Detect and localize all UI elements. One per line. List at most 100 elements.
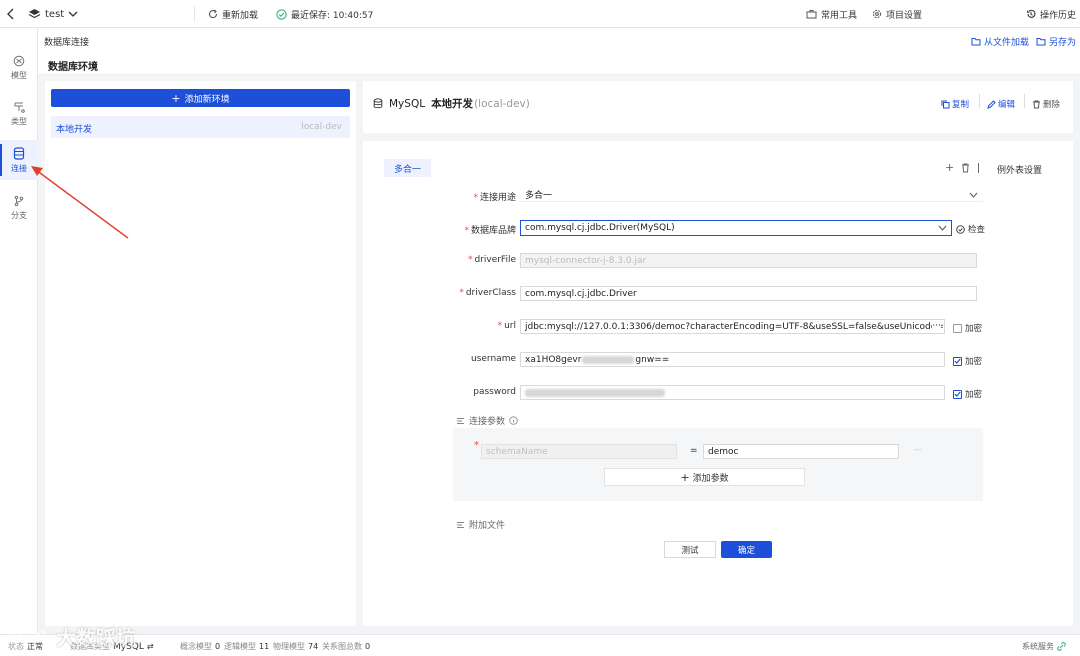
copy-icon (941, 100, 950, 108)
more-icon[interactable]: ··· (932, 321, 941, 331)
check-label: 检查 (968, 225, 986, 235)
connection-state: 状态 正常 (8, 642, 43, 651)
check-circle-icon (956, 224, 965, 234)
encrypt-label: 加密 (965, 357, 983, 367)
physical-model-count: 物理模型 74 (273, 642, 319, 651)
edit-icon (987, 99, 996, 109)
url-input[interactable]: jdbc:mysql://127.0.0.1:3306/democ?charac… (520, 319, 945, 334)
reload-button[interactable]: 重新加载 (208, 8, 259, 21)
param-value: democ (708, 446, 739, 457)
environment-key: local-dev (301, 122, 342, 132)
connection-form-panel: 多合一 + 例外表设置 * 连接用途 多合一 * 数据库品牌 com.mysql.c… (363, 141, 1073, 626)
url-value: jdbc:mysql://127.0.0.1:3306/democ?charac… (525, 321, 945, 332)
divider (978, 163, 979, 173)
edit-button[interactable]: 编辑 (987, 98, 1015, 110)
brand-label: * 数据库品牌 (464, 226, 516, 236)
checkbox-box (953, 356, 962, 366)
test-button[interactable]: 测试 (664, 541, 716, 558)
link-icon (1057, 642, 1066, 651)
params-box: * schemaName = democ — + 添加参数 (453, 428, 983, 501)
load-from-file-button[interactable]: 从文件加载 (971, 35, 1029, 48)
add-param-button[interactable]: + 添加参数 (604, 468, 805, 486)
save-as-label: 另存为 (1049, 38, 1077, 48)
plus-icon: + (680, 470, 690, 484)
status-bar: 状态 正常 数据库类型 MySQL ⇄ 概念模型 0 逻辑模型 11 物理模型 74 关系图… (0, 634, 1080, 656)
reload-label: 重新加载 (222, 10, 259, 21)
folder-icon (971, 38, 981, 46)
password-label: password (473, 387, 516, 397)
swap-icon[interactable]: ⇄ (147, 642, 154, 651)
params-title: 连接参数 (469, 417, 506, 427)
history-label: 操作历史 (1040, 10, 1077, 21)
driverclass-value: com.mysql.cj.jdbc.Driver (525, 288, 637, 299)
tools-label: 常用工具 (821, 10, 858, 21)
save-status: 最近保存: 10:40:57 (276, 8, 374, 21)
tools-button[interactable]: 常用工具 (806, 8, 858, 21)
username-value-end: gnw== (635, 354, 670, 365)
checkbox-box (953, 389, 962, 399)
check-circle-icon (276, 8, 287, 20)
driverfile-input: mysql-connector-j-8.3.0.jar (520, 253, 977, 268)
db-type: MySQL (389, 97, 426, 110)
folder-save-icon (1036, 38, 1046, 46)
param-value-input[interactable]: democ (703, 444, 899, 459)
save-as-button[interactable]: 另存为 (1036, 35, 1076, 48)
checkbox-box (953, 323, 962, 333)
username-value-start: xa1HO8gevr (525, 354, 582, 365)
copy-button[interactable]: 复制 (941, 98, 969, 110)
required-mark: * (474, 440, 479, 451)
username-encrypt-checkbox[interactable]: 加密 (953, 355, 982, 367)
chevron-down-icon (969, 192, 978, 198)
concept-model-count: 概念模型 0 (180, 642, 221, 651)
history-button[interactable]: 操作历史 (1026, 8, 1077, 21)
checkmark-icon (954, 391, 961, 397)
blurred-region (525, 388, 665, 397)
load-from-file-label: 从文件加载 (984, 38, 1030, 48)
param-key-placeholder: schemaName (486, 446, 548, 457)
url-label: * url (497, 321, 516, 331)
attachments-section-title: 附加文件 (456, 518, 505, 531)
username-input[interactable]: xa1HO8gevr gnw== (520, 352, 945, 367)
delete-label: 删除 (1043, 100, 1061, 110)
logical-model-count: 逻辑模型 11 (224, 642, 270, 651)
exception-table-settings[interactable]: 例外表设置 (997, 163, 1042, 176)
brand-value: com.mysql.cj.jdbc.Driver(MySQL) (525, 223, 675, 233)
driverfile-value: mysql-connector-j-8.3.0.jar (525, 255, 647, 266)
tab-all-in-one[interactable]: 多合一 (384, 159, 431, 177)
equals-sign: = (690, 446, 698, 456)
relation-count: 关系图总数 0 (322, 642, 371, 651)
encrypt-label: 加密 (965, 324, 983, 334)
save-status-text: 最近保存: 10:40:57 (291, 10, 374, 21)
params-section-title: 连接参数 (456, 414, 518, 427)
system-service[interactable]: 系统服务 (1022, 641, 1066, 652)
database-icon (373, 98, 383, 109)
driverclass-input[interactable]: com.mysql.cj.jdbc.Driver (520, 286, 977, 301)
blurred-region (582, 355, 635, 364)
project-settings-label: 项目设置 (886, 10, 923, 21)
delete-button[interactable]: 删除 (1032, 98, 1060, 110)
remove-param-icon[interactable]: — (913, 445, 922, 455)
check-button[interactable]: 检查 (956, 223, 985, 235)
annotation-arrow-icon (31, 166, 129, 239)
purpose-label: * 连接用途 (473, 193, 516, 203)
trash-icon[interactable] (961, 163, 970, 173)
toolbox-icon (806, 10, 817, 19)
confirm-button[interactable]: 确定 (721, 541, 772, 558)
param-key-input[interactable]: schemaName (481, 444, 677, 459)
project-settings-button[interactable]: 项目设置 (872, 8, 923, 21)
password-encrypt-checkbox[interactable]: 加密 (953, 388, 982, 400)
list-icon (457, 417, 464, 424)
brand-select[interactable]: com.mysql.cj.jdbc.Driver(MySQL) (520, 220, 952, 236)
url-encrypt-checkbox[interactable]: 加密 (953, 322, 982, 334)
password-input[interactable] (520, 385, 945, 400)
info-icon (509, 416, 518, 425)
driverfile-label: * driverFile (467, 255, 516, 265)
driverclass-label: * driverClass (459, 288, 516, 298)
add-tab-icon[interactable]: + (945, 161, 954, 174)
history-icon (1027, 9, 1036, 18)
environment-key: (local-dev) (474, 97, 530, 110)
add-param-label: 添加参数 (692, 473, 729, 484)
db-type-status: 数据库类型 MySQL ⇄ (70, 641, 154, 652)
environment-detail-header: MySQL 本地开发 (local-dev) 复制 编辑 删除 (363, 81, 1073, 133)
purpose-select[interactable]: 多合一 (520, 187, 983, 202)
